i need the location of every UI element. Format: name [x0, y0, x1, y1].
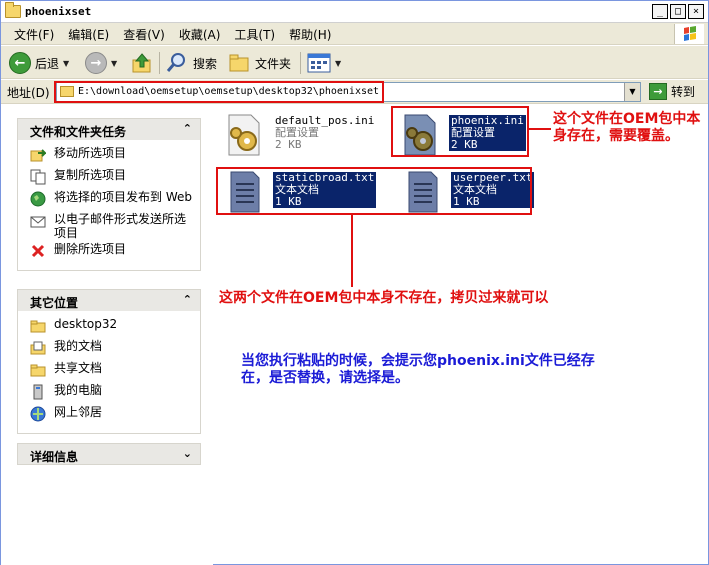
file-item[interactable]: default_pos.ini 配置设置 2 KB — [221, 113, 381, 161]
folders-icon — [229, 54, 249, 72]
maximize-button[interactable]: □ — [670, 4, 686, 19]
copy-icon — [30, 169, 46, 185]
go-label: 转到 — [671, 85, 696, 99]
task-publish-web[interactable]: 将选择的项目发布到 Web — [18, 190, 200, 210]
place-network[interactable]: 网上邻居 — [18, 405, 200, 425]
search-button[interactable]: 搜索 — [165, 51, 217, 75]
file-size: 2 KB — [275, 138, 302, 151]
file-size: 1 KB — [451, 196, 535, 208]
minimize-button[interactable]: _ — [652, 4, 668, 19]
network-icon — [30, 406, 46, 422]
place-my-documents[interactable]: 我的文档 — [18, 339, 200, 359]
menu-tools[interactable]: 工具(T) — [227, 27, 282, 43]
details-header[interactable]: 详细信息 ⌄ — [17, 443, 201, 465]
place-shared-documents[interactable]: 共享文档 — [18, 361, 200, 381]
panel-title: 详细信息 — [30, 450, 79, 464]
file-tasks-panel: 文件和文件夹任务 ⌃ 移动所选项目 复制所选项目 将选择的项目发布到 Web 以… — [17, 118, 201, 271]
address-path: E:\download\oemsetup\oemsetup\desktop32\… — [78, 86, 380, 97]
go-arrow-icon: → — [649, 83, 667, 100]
chevron-down-icon[interactable]: ⌄ — [183, 447, 192, 460]
close-button[interactable]: × — [688, 4, 704, 19]
task-email[interactable]: 以电子邮件形式发送所选项目 — [18, 212, 200, 240]
file-tasks-header[interactable]: 文件和文件夹任务 ⌃ — [17, 118, 201, 140]
task-pane: 文件和文件夹任务 ⌃ 移动所选项目 复制所选项目 将选择的项目发布到 Web 以… — [1, 105, 213, 565]
views-icon — [307, 53, 331, 73]
task-copy[interactable]: 复制所选项目 — [18, 168, 200, 188]
back-arrow-icon: ← — [9, 52, 31, 74]
chevron-down-icon: ▼ — [335, 58, 342, 68]
panel-title: 其它位置 — [30, 296, 79, 310]
folder-icon — [30, 320, 46, 333]
back-button[interactable]: ← 后退 ▼ — [9, 51, 69, 75]
menu-help[interactable]: 帮助(H) — [282, 27, 338, 43]
chevron-up-icon[interactable]: ⌃ — [183, 293, 192, 306]
text-file-icon — [408, 171, 438, 213]
text-file-icon — [230, 171, 260, 213]
globe-icon — [30, 191, 46, 207]
folder-icon — [60, 86, 74, 97]
chevron-up-icon[interactable]: ⌃ — [183, 122, 192, 135]
email-icon — [30, 216, 46, 228]
move-icon — [30, 149, 46, 162]
annotation-files-not-exist: 这两个文件在OEM包中本身不存在，拷贝过来就可以 — [219, 290, 549, 306]
task-move[interactable]: 移动所选项目 — [18, 146, 200, 166]
explorer-window: phoenixset _ □ × 文件(F) 编辑(E) 查看(V) 收藏(A)… — [0, 0, 709, 565]
address-bar: 地址(D) E:\download\oemsetup\oemsetup\desk… — [1, 80, 708, 104]
up-folder-icon — [132, 53, 151, 73]
file-list: default_pos.ini 配置设置 2 KB phoenix.ini 配置… — [213, 105, 708, 565]
search-label: 搜索 — [193, 56, 218, 71]
place-my-computer[interactable]: 我的电脑 — [18, 383, 200, 403]
annotation-file-exists: 这个文件在OEM包中本身存在，需要覆盖。 — [553, 111, 701, 144]
menu-favorites[interactable]: 收藏(A) — [172, 27, 228, 43]
file-size: 1 KB — [273, 196, 377, 208]
windows-logo-icon — [674, 24, 704, 44]
address-input[interactable]: E:\download\oemsetup\oemsetup\desktop32\… — [56, 82, 641, 102]
details-panel: 详细信息 ⌄ — [17, 443, 201, 465]
folder-icon — [5, 2, 21, 18]
title-bar[interactable]: phoenixset _ □ × — [1, 1, 708, 23]
back-label: 后退 — [35, 56, 60, 71]
shared-folder-icon — [30, 364, 46, 377]
views-button[interactable]: ▼ — [307, 51, 341, 75]
address-label: 地址(D) — [7, 86, 50, 100]
file-item-selected[interactable]: staticbroad.txt 文本文档 1 KB — [221, 170, 381, 218]
window-title: phoenixset — [25, 5, 92, 18]
menu-bar: 文件(F) 编辑(E) 查看(V) 收藏(A) 工具(T) 帮助(H) — [1, 23, 708, 45]
file-size: 2 KB — [449, 139, 526, 151]
settings-file-icon — [228, 114, 260, 156]
panel-title: 文件和文件夹任务 — [30, 125, 127, 139]
search-icon — [166, 53, 185, 72]
file-item-selected[interactable]: userpeer.txt 文本文档 1 KB — [399, 170, 535, 218]
other-places-panel: 其它位置 ⌃ desktop32 我的文档 共享文档 我的电脑 网上邻居 — [17, 289, 201, 434]
toolbar: ← 后退 ▼ → ▼ 搜索 文件夹 ▼ — [1, 46, 708, 79]
delete-icon — [31, 244, 45, 258]
forward-button[interactable]: → ▼ — [85, 51, 117, 75]
folders-label: 文件夹 — [255, 56, 292, 71]
settings-file-icon — [404, 114, 436, 156]
chevron-down-icon: ▼ — [63, 58, 70, 68]
my-documents-icon — [30, 341, 46, 355]
file-item-selected[interactable]: phoenix.ini 配置设置 2 KB — [397, 113, 526, 161]
menu-edit[interactable]: 编辑(E) — [61, 27, 116, 43]
task-delete[interactable]: 删除所选项目 — [18, 242, 200, 262]
place-desktop32[interactable]: desktop32 — [18, 317, 200, 337]
computer-icon — [33, 384, 43, 400]
go-button[interactable]: → 转到 — [649, 83, 695, 100]
chevron-down-icon: ▼ — [111, 58, 118, 68]
other-places-header[interactable]: 其它位置 ⌃ — [17, 289, 201, 311]
annotation-paste-hint: 当您执行粘贴的时候，会提示您phoenix.ini文件已经存在，是否替换，请选择… — [241, 353, 595, 386]
folders-button[interactable]: 文件夹 — [227, 51, 291, 75]
up-folder-button[interactable] — [130, 51, 154, 75]
menu-file[interactable]: 文件(F) — [7, 27, 61, 43]
address-dropdown-button[interactable]: ▼ — [624, 83, 640, 101]
forward-arrow-icon: → — [85, 52, 107, 74]
menu-view[interactable]: 查看(V) — [116, 27, 172, 43]
